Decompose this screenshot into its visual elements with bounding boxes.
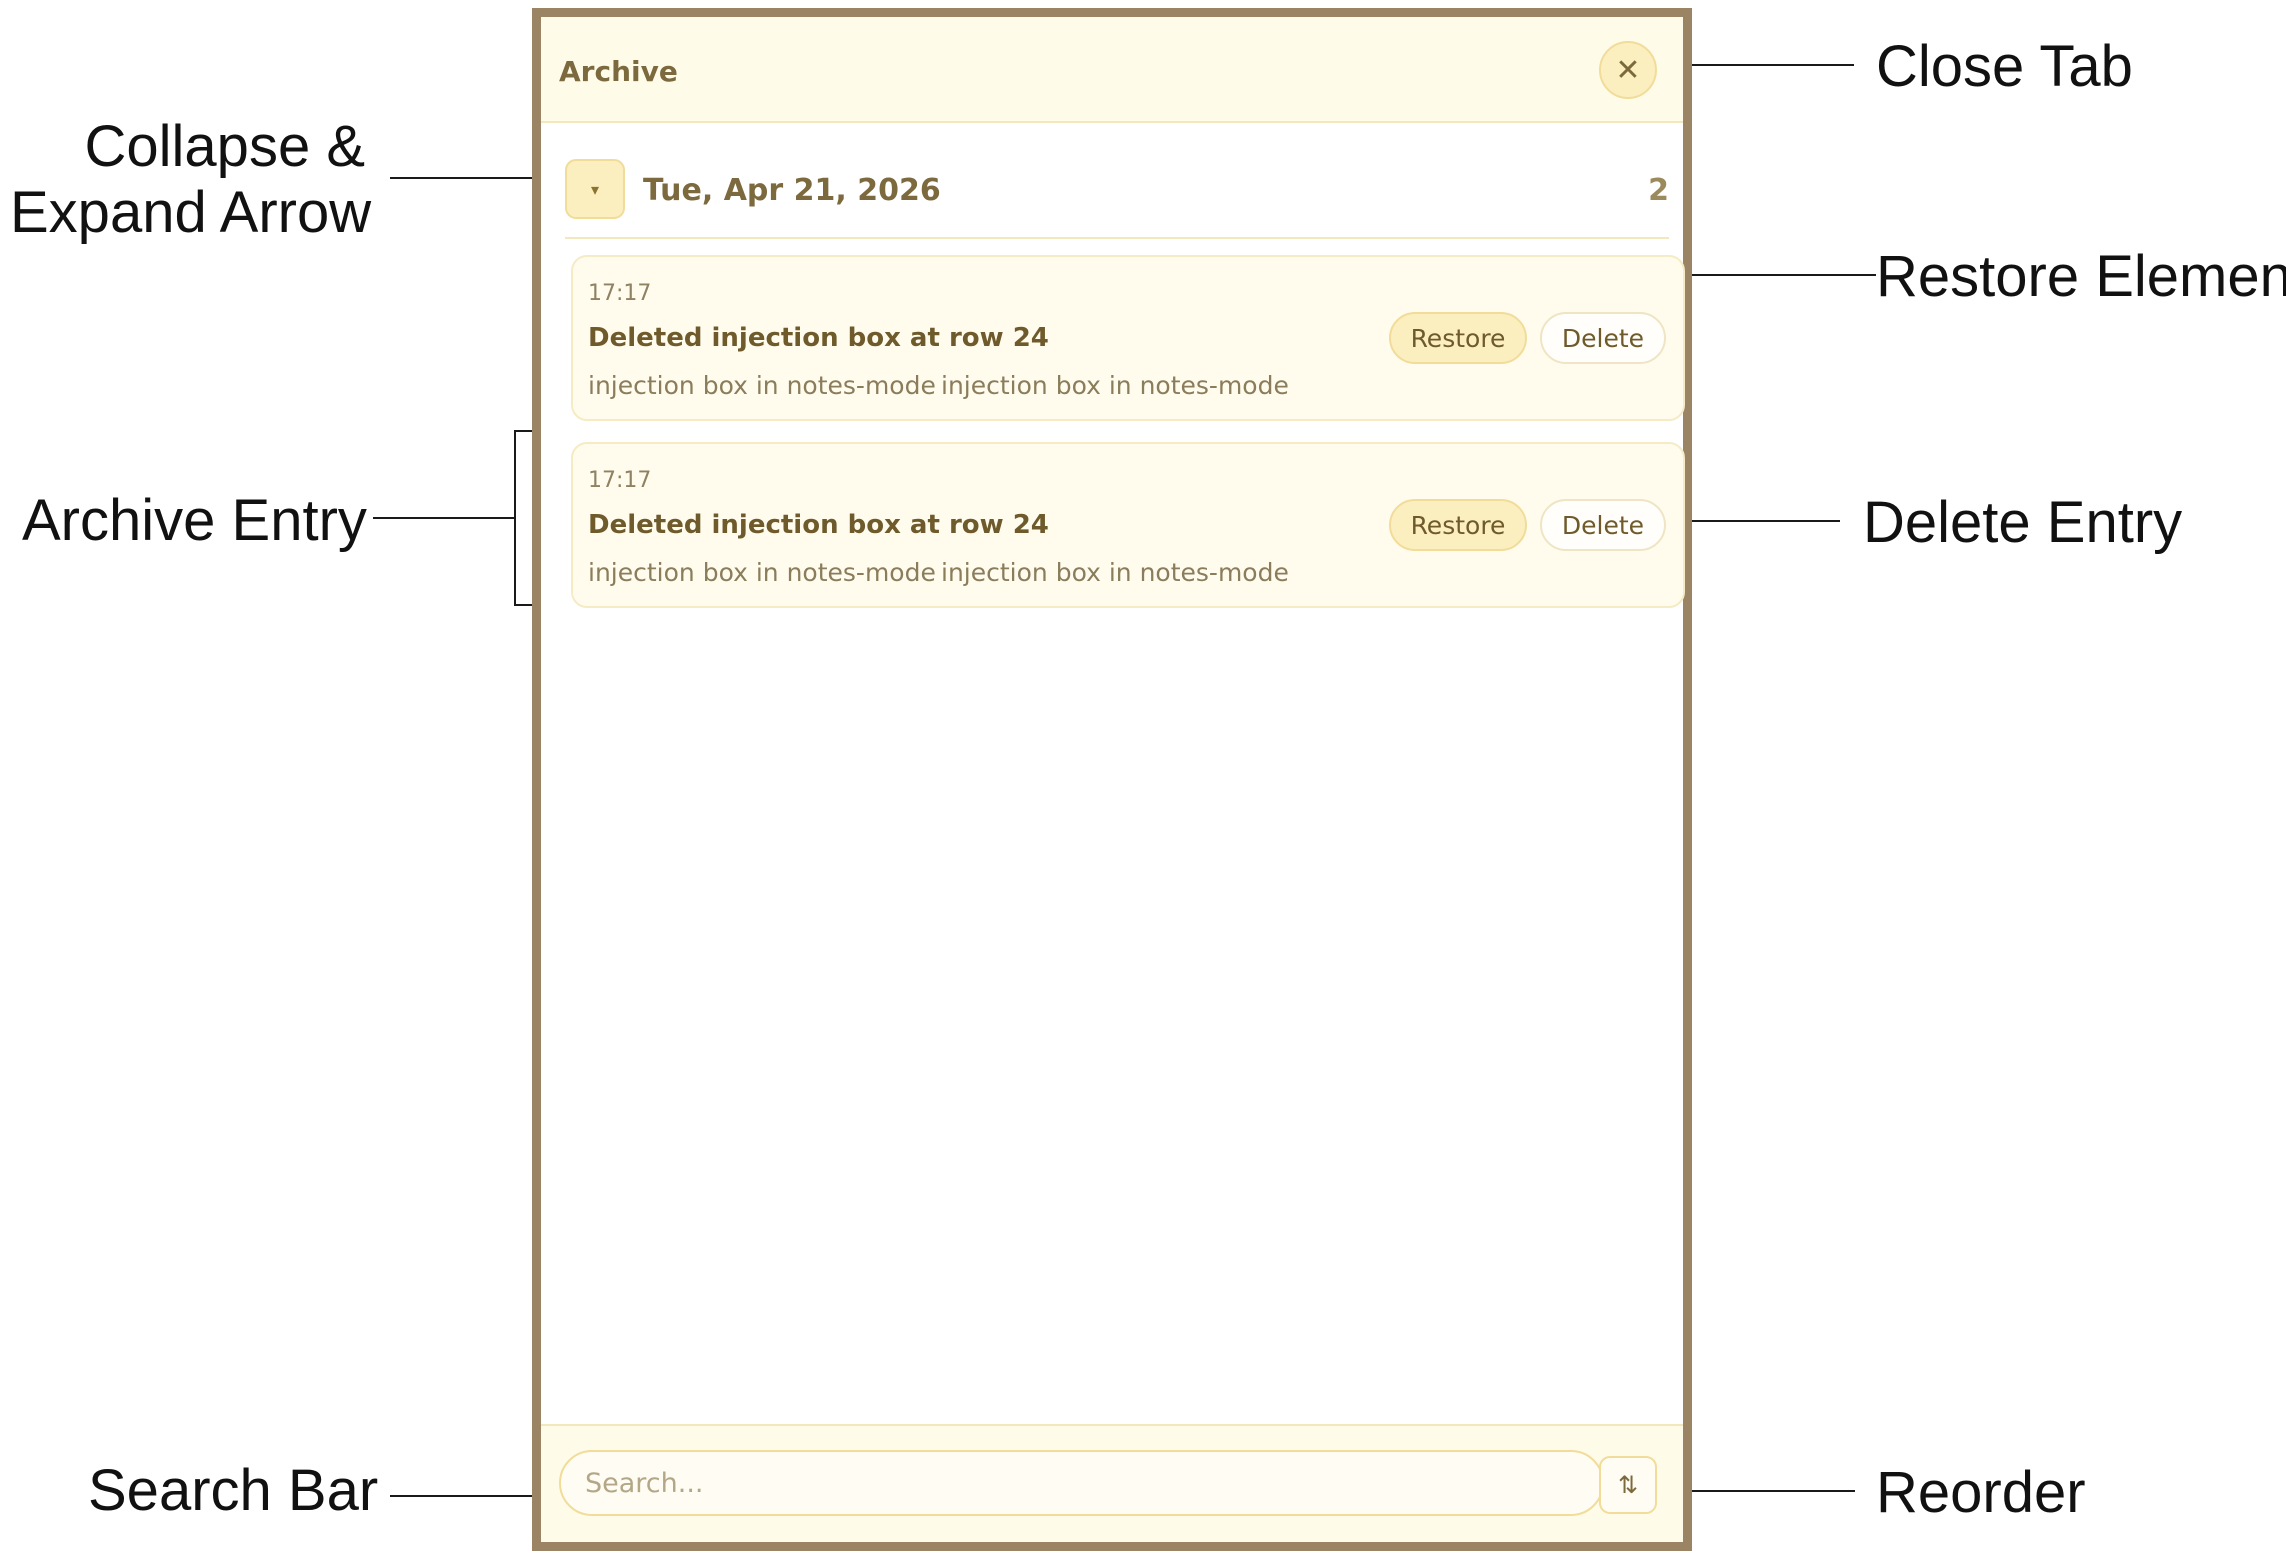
entry-description: injection box in notes-mode (941, 558, 1289, 587)
delete-button[interactable]: Delete (1540, 499, 1666, 551)
leader-line-reorder (1670, 1490, 1855, 1492)
close-tab-button[interactable]: ✕ (1599, 41, 1657, 99)
restore-button[interactable]: Restore (1389, 312, 1527, 364)
bracket-archive-entry-vertical (514, 430, 516, 606)
annotation-collapse-expand: Collapse & Expand Arrow (10, 114, 372, 246)
entry-description: injection box in notes-mode (588, 558, 936, 587)
date-group-header: ▾ Tue, Apr 21, 2026 2 (565, 149, 1669, 239)
reorder-button[interactable]: ⇅ (1599, 1456, 1657, 1514)
annotation-collapse-line1: Collapse & (84, 114, 365, 179)
annotation-archive-entry: Archive Entry (22, 488, 367, 553)
group-entry-count: 2 (1648, 173, 1669, 208)
chevron-down-icon: ▾ (590, 179, 600, 199)
annotation-search-bar: Search Bar (88, 1458, 379, 1523)
group-date-label: Tue, Apr 21, 2026 (643, 173, 941, 208)
annotation-close-tab: Close Tab (1876, 34, 2133, 99)
entry-title: Deleted injection box at row 24 (588, 323, 1049, 353)
archive-panel: Archive ✕ ▾ Tue, Apr 21, 2026 2 17:17 De… (532, 8, 1692, 1551)
entry-description: injection box in notes-mode (588, 371, 936, 400)
sort-icon: ⇅ (1617, 1471, 1639, 1499)
panel-title: Archive (559, 55, 678, 88)
annotation-collapse-line2: Expand Arrow (10, 180, 372, 245)
collapse-expand-button[interactable]: ▾ (565, 159, 625, 219)
archive-entry: 17:17 Deleted injection box at row 24 in… (571, 255, 1685, 421)
leader-line-archive-entry (373, 517, 516, 519)
close-icon: ✕ (1615, 52, 1641, 88)
restore-button[interactable]: Restore (1389, 499, 1527, 551)
entry-title: Deleted injection box at row 24 (588, 510, 1049, 540)
annotation-reorder: Reorder (1876, 1460, 2086, 1525)
delete-button[interactable]: Delete (1540, 312, 1666, 364)
entry-description: injection box in notes-mode (941, 371, 1289, 400)
panel-header: Archive ✕ (541, 17, 1683, 123)
leader-line-close (1672, 64, 1854, 66)
entry-time: 17:17 (588, 281, 652, 306)
archive-entry: 17:17 Deleted injection box at row 24 in… (571, 442, 1685, 608)
annotation-delete-entry: Delete Entry (1863, 490, 2183, 555)
panel-footer: ⇅ (541, 1424, 1683, 1542)
annotation-restore-element: Restore Element (1876, 244, 2286, 309)
search-input[interactable] (559, 1450, 1604, 1516)
entry-time: 17:17 (588, 468, 652, 493)
